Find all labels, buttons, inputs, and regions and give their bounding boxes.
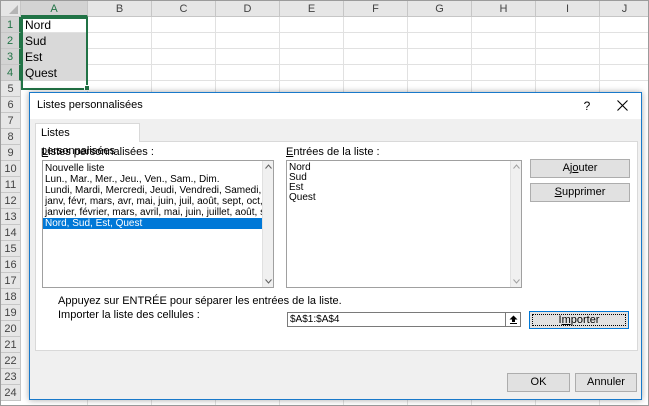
row-header-4[interactable]: 4 — [1, 65, 21, 81]
row-header-1[interactable]: 1 — [1, 17, 21, 33]
cell-a3[interactable]: Est — [22, 49, 86, 65]
list-item[interactable]: janv, févr, mars, avr, mai, juin, juil, … — [43, 196, 273, 207]
import-button[interactable]: Importer — [529, 311, 629, 329]
row-header-13[interactable]: 13 — [1, 209, 21, 225]
list-entries-label-text: ntrées de la liste : — [293, 146, 380, 158]
add-button-label: Ajouter — [563, 162, 598, 174]
row-header-9[interactable]: 9 — [1, 145, 21, 161]
custom-lists-scrollbar[interactable] — [262, 161, 273, 287]
range-selector-button[interactable] — [505, 312, 521, 327]
row-header-22[interactable]: 22 — [1, 353, 21, 369]
column-header-h[interactable]: H — [472, 1, 536, 17]
column-header-j[interactable]: J — [600, 1, 648, 17]
dialog-body: Listes personnalisées Listes personnalis… — [30, 119, 641, 399]
list-entries-label: Entrées de la liste : — [286, 146, 380, 158]
row-header-16[interactable]: 16 — [1, 257, 21, 273]
cell-a4[interactable]: Quest — [22, 65, 86, 81]
gridline — [21, 48, 648, 49]
row-header-10[interactable]: 10 — [1, 161, 21, 177]
row-header-19[interactable]: 19 — [1, 305, 21, 321]
close-button[interactable] — [611, 95, 635, 117]
column-header-d[interactable]: D — [216, 1, 280, 17]
import-button-label-part: porter — [570, 314, 600, 326]
delete-button-label-part: upprimer — [561, 186, 606, 198]
list-entries-scrollbar[interactable] — [510, 161, 521, 287]
row-header-6[interactable]: 6 — [1, 97, 21, 113]
select-all-triangle-icon — [9, 5, 18, 14]
gridline — [21, 64, 648, 65]
row-header-3[interactable]: 3 — [1, 49, 21, 65]
add-button-label-part: Aj — [562, 162, 573, 174]
select-all-corner[interactable] — [1, 1, 21, 17]
delete-button-label: Supprimer — [555, 186, 606, 198]
dialog-title: Listes personnalisées — [37, 99, 143, 111]
fill-handle[interactable] — [84, 85, 90, 91]
list-item[interactable]: janvier, février, mars, avril, mai, juin… — [43, 207, 273, 218]
custom-lists-dialog: Listes personnalisées ? Listes personnal… — [29, 92, 642, 400]
cell-a1[interactable]: Nord — [22, 17, 86, 33]
add-button-label-part: uter — [578, 162, 598, 174]
import-button-access-key: m — [561, 314, 571, 326]
import-range-input[interactable] — [287, 312, 507, 327]
gridline — [21, 80, 648, 81]
row-header-15[interactable]: 15 — [1, 241, 21, 257]
row-header-12[interactable]: 12 — [1, 193, 21, 209]
import-label: Importer la liste des cellules : — [58, 309, 200, 321]
column-header-g[interactable]: G — [408, 1, 472, 17]
gridline — [21, 32, 648, 33]
column-header-b[interactable]: B — [88, 1, 152, 17]
list-item[interactable]: Nouvelle liste — [43, 163, 273, 174]
column-header-i[interactable]: I — [536, 1, 600, 17]
chevron-down-icon — [265, 279, 272, 284]
chevron-down-icon — [513, 279, 520, 284]
list-item-selected[interactable]: Nord, Sud, Est, Quest — [43, 218, 273, 229]
row-header-2[interactable]: 2 — [1, 33, 21, 49]
tab-custom-lists[interactable]: Listes personnalisées — [35, 123, 140, 157]
row-header-14[interactable]: 14 — [1, 225, 21, 241]
entry-line: Quest — [289, 192, 316, 203]
ok-button[interactable]: OK — [507, 373, 570, 392]
row-header-11[interactable]: 11 — [1, 177, 21, 193]
close-icon — [617, 100, 628, 111]
add-button[interactable]: Ajouter — [530, 159, 630, 178]
custom-lists-listbox[interactable]: Nouvelle liste Lun., Mar., Mer., Jeu., V… — [42, 160, 274, 288]
row-header-17[interactable]: 17 — [1, 273, 21, 289]
column-header-a[interactable]: A — [21, 1, 88, 17]
delete-button[interactable]: Supprimer — [530, 183, 630, 202]
row-header-7[interactable]: 7 — [1, 113, 21, 129]
column-header-f[interactable]: F — [344, 1, 408, 17]
row-header-24[interactable]: 24 — [1, 385, 21, 401]
row-header-23[interactable]: 23 — [1, 369, 21, 385]
cancel-button[interactable]: Annuler — [575, 373, 637, 392]
row-header-8[interactable]: 8 — [1, 129, 21, 145]
column-header-e[interactable]: E — [280, 1, 344, 17]
chevron-up-icon — [265, 164, 272, 169]
cell-a2[interactable]: Sud — [22, 33, 86, 49]
delete-button-access-key: S — [554, 186, 562, 198]
column-header-c[interactable]: C — [152, 1, 216, 17]
scroll-up-button[interactable] — [263, 161, 273, 172]
list-item[interactable]: Lun., Mar., Mer., Jeu., Ven., Sam., Dim. — [43, 174, 273, 185]
row-header-21[interactable]: 21 — [1, 337, 21, 353]
row-header-20[interactable]: 20 — [1, 321, 21, 337]
import-button-label: Importer — [559, 314, 600, 326]
scroll-down-button[interactable] — [511, 276, 521, 287]
separator-hint: Appuyez sur ENTRÉE pour séparer les entr… — [58, 295, 342, 307]
collapse-dialog-arrow-icon — [509, 315, 518, 324]
scroll-down-button[interactable] — [263, 276, 273, 287]
chevron-up-icon — [513, 164, 520, 169]
dialog-titlebar[interactable]: Listes personnalisées ? — [30, 93, 641, 119]
scroll-up-button[interactable] — [511, 161, 521, 172]
row-header-5[interactable]: 5 — [1, 81, 21, 97]
help-button[interactable]: ? — [576, 95, 598, 117]
list-entries-textarea[interactable]: Nord Sud Est Quest — [286, 160, 522, 288]
row-header-18[interactable]: 18 — [1, 289, 21, 305]
list-item[interactable]: Lundi, Mardi, Mercredi, Jeudi, Vendredi,… — [43, 185, 273, 196]
